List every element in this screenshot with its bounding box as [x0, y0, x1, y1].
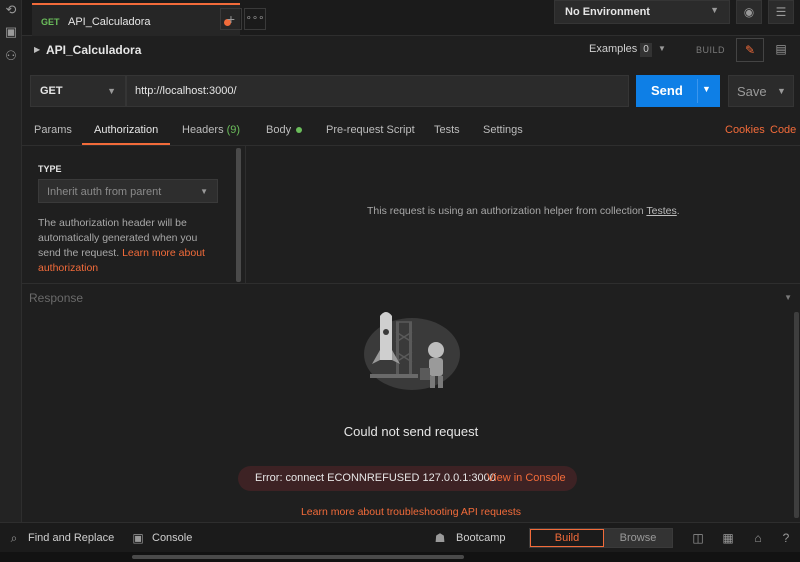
- tab-headers[interactable]: Headers (9): [182, 124, 240, 136]
- keyboard-shortcuts-icon[interactable]: ▦: [720, 530, 736, 546]
- left-sidebar: ⟲ ▣ ⚇: [0, 0, 22, 522]
- body-label: Body: [266, 124, 292, 136]
- auth-helper-suffix: .: [676, 205, 680, 217]
- two-pane-view-icon[interactable]: ◫: [690, 530, 706, 546]
- chevron-down-icon[interactable]: ▼: [702, 84, 711, 94]
- auth-panel: TYPE Inherit auth from parent ▼ The auth…: [22, 146, 244, 283]
- error-banner: Error: connect ECONNREFUSED 127.0.0.1:30…: [238, 466, 577, 491]
- chevron-down-icon[interactable]: ▼: [784, 293, 792, 302]
- auth-helper-message: This request is using an authorization h…: [367, 205, 644, 217]
- page-title[interactable]: API_Calculadora: [46, 43, 141, 57]
- breadcrumb: ▶ API_Calculadora Examples 0 ▼ BUILD ✎ ▤: [22, 36, 800, 64]
- tab-settings[interactable]: Settings: [483, 124, 523, 136]
- browse-toggle-button[interactable]: Browse: [604, 529, 672, 547]
- tab-name: API_Calculadora: [68, 16, 151, 28]
- environment-select[interactable]: No Environment ▼: [554, 0, 730, 24]
- examples-label[interactable]: Examples: [589, 43, 637, 55]
- troubleshooting-link[interactable]: Learn more about troubleshooting API req…: [22, 506, 800, 518]
- code-link[interactable]: Code: [770, 124, 796, 136]
- url-value: http://localhost:3000/: [135, 85, 237, 97]
- edit-pencil-icon[interactable]: ✎: [736, 38, 764, 62]
- bottom-scroll-strip: [0, 552, 800, 562]
- trash-icon[interactable]: ⌂: [750, 530, 766, 546]
- apis-icon[interactable]: ⚇: [3, 48, 19, 64]
- auth-type-label: TYPE: [38, 164, 62, 174]
- auth-description: The authorization header will be automat…: [38, 216, 222, 276]
- tab-pre-request-script[interactable]: Pre-request Script: [326, 124, 415, 136]
- headers-count: (9): [226, 124, 241, 136]
- view-in-console-link[interactable]: View in Console: [487, 472, 566, 484]
- environment-label: No Environment: [565, 6, 650, 18]
- url-row: GET ▼ http://localhost:3000/ Send ▼ Save…: [22, 64, 800, 116]
- headers-label: Headers: [182, 124, 224, 136]
- console-button[interactable]: Console: [152, 532, 192, 544]
- chevron-down-icon: ▼: [107, 86, 116, 96]
- console-icon[interactable]: ▣: [130, 530, 146, 546]
- auth-type-select[interactable]: Inherit auth from parent ▼: [38, 179, 218, 203]
- auth-type-value: Inherit auth from parent: [47, 186, 162, 198]
- auth-helper-text: This request is using an authorization h…: [367, 205, 680, 217]
- chevron-down-icon[interactable]: ▼: [658, 44, 666, 53]
- error-message: Error: connect ECONNREFUSED 127.0.0.1:30…: [255, 472, 496, 484]
- url-input[interactable]: http://localhost:3000/: [126, 75, 629, 107]
- build-label[interactable]: BUILD: [696, 45, 725, 55]
- settings-sliders-icon[interactable]: ☰: [768, 0, 794, 24]
- expand-arrow-icon[interactable]: ▶: [34, 45, 40, 54]
- more-tabs-icon[interactable]: ∘∘∘: [244, 8, 266, 30]
- send-label: Send: [651, 83, 683, 98]
- eye-icon[interactable]: ◉: [736, 0, 762, 24]
- tab-bar: GET API_Calculadora + ∘∘∘ No Environment…: [22, 0, 800, 36]
- chevron-down-icon: ▼: [200, 187, 208, 196]
- help-icon[interactable]: ?: [778, 530, 794, 546]
- auth-scrollbar[interactable]: [236, 148, 241, 282]
- build-toggle-button[interactable]: Build: [530, 529, 604, 547]
- build-browse-toggle[interactable]: Build Browse: [529, 528, 673, 548]
- search-icon[interactable]: ⌕: [6, 530, 22, 546]
- collection-link[interactable]: Testes: [646, 205, 676, 217]
- cookies-link[interactable]: Cookies: [725, 124, 765, 136]
- comments-icon[interactable]: ▤: [768, 38, 794, 62]
- request-tabs: Params Authorization Headers (9) Body Pr…: [22, 116, 800, 146]
- auth-helper-panel: This request is using an authorization h…: [246, 146, 800, 283]
- bootcamp-icon[interactable]: ☗: [432, 530, 448, 546]
- response-header[interactable]: Response ▼: [22, 283, 800, 311]
- collections-icon[interactable]: ▣: [3, 24, 19, 40]
- tab-authorization[interactable]: Authorization: [94, 124, 158, 136]
- response-label: Response: [29, 291, 84, 305]
- tab-params[interactable]: Params: [34, 124, 72, 136]
- chevron-down-icon[interactable]: ▼: [777, 86, 786, 96]
- horizontal-scrollbar[interactable]: [132, 555, 464, 559]
- active-tab-indicator: [82, 143, 170, 145]
- bootcamp-button[interactable]: Bootcamp: [456, 532, 506, 544]
- body-indicator-icon: [296, 127, 303, 134]
- method-select[interactable]: GET ▼: [30, 75, 126, 107]
- tab-body[interactable]: Body: [266, 124, 303, 136]
- tab-method: GET: [41, 17, 60, 27]
- save-button[interactable]: Save ▼: [728, 75, 794, 107]
- request-tab[interactable]: GET API_Calculadora: [32, 3, 240, 36]
- new-tab-button[interactable]: +: [220, 8, 242, 30]
- error-title: Could not send request: [343, 424, 479, 439]
- response-scrollbar[interactable]: [794, 312, 799, 518]
- status-bar: ⌕ Find and Replace ▣ Console ☗ Bootcamp …: [0, 522, 800, 552]
- send-button[interactable]: Send ▼: [636, 75, 720, 107]
- save-label: Save: [737, 84, 767, 99]
- tab-tests[interactable]: Tests: [434, 124, 460, 136]
- history-icon[interactable]: ⟲: [3, 2, 19, 18]
- rocket-illustration-icon: [364, 312, 460, 390]
- chevron-down-icon: ▼: [710, 5, 719, 15]
- find-replace-button[interactable]: Find and Replace: [28, 532, 114, 544]
- examples-count: 0: [640, 43, 652, 57]
- send-divider: [697, 79, 698, 103]
- method-value: GET: [40, 85, 63, 97]
